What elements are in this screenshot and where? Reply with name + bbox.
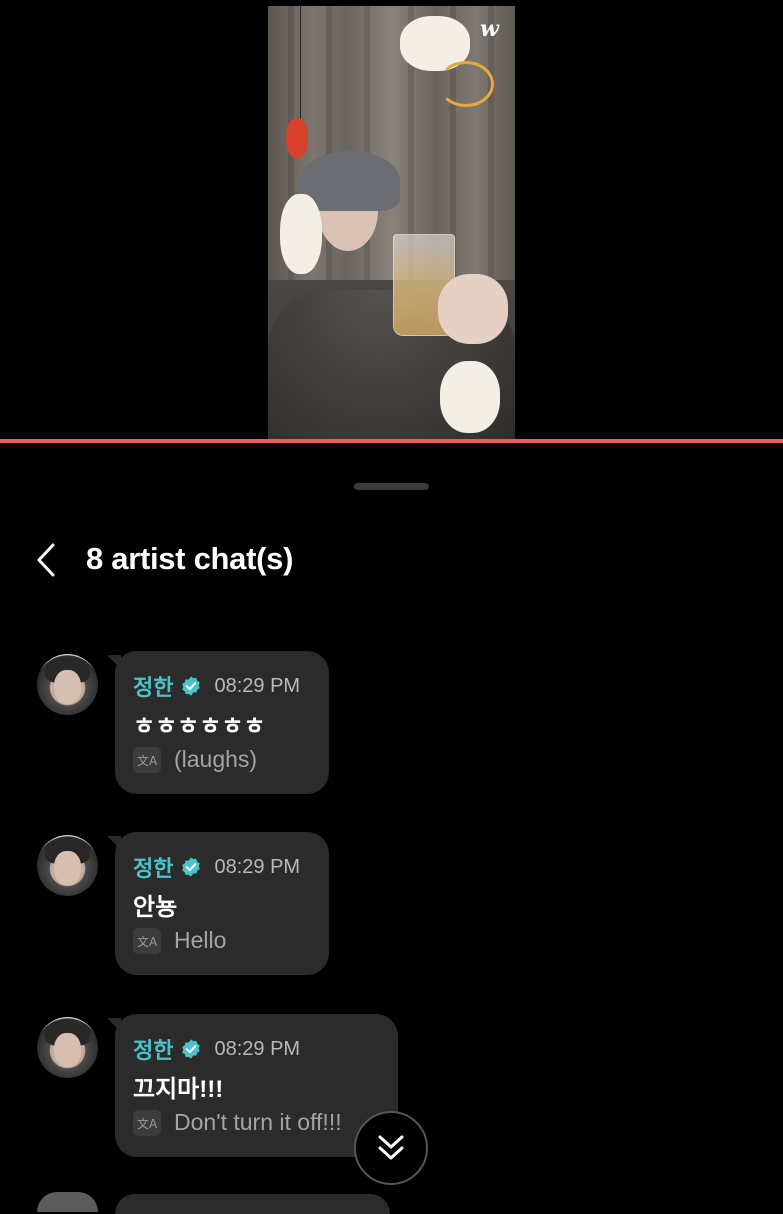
avatar-face [54, 851, 81, 885]
translated-text: Hello [174, 927, 227, 953]
page-title: 8 artist chat(s) [86, 541, 294, 576]
message-bubble[interactable]: 정한 08:29 PM ㅎㅎㅎㅎㅎㅎ 文A (laughs) [107, 651, 329, 794]
chevron-left-icon [37, 543, 55, 577]
translated-text: Don't turn it off!!! [174, 1109, 342, 1135]
bubble-tail [107, 1018, 121, 1032]
back-button[interactable] [30, 538, 62, 582]
double-chevron-down-icon [378, 1135, 404, 1160]
message-text: 안뇽 [133, 894, 178, 921]
sheet-drag-handle[interactable] [354, 483, 429, 490]
message-translation: 文A Don't turn it off!!! [133, 1109, 342, 1136]
message-timestamp: 08:29 PM [214, 855, 301, 878]
cat-sticker-icon [440, 361, 500, 433]
hand [438, 274, 508, 344]
message-bubble[interactable] [115, 1194, 390, 1214]
message-meta: 정한 08:29 PM [133, 851, 301, 883]
bubble-tail [107, 836, 121, 850]
svg-text:文A: 文A [137, 934, 157, 949]
live-video-frame[interactable]: w [268, 6, 515, 440]
scroll-to-bottom-button[interactable] [354, 1111, 428, 1185]
message-text: ㅎㅎㅎㅎㅎㅎ [133, 713, 266, 740]
translated-text: (laughs) [174, 746, 258, 772]
fishing-line-sticker [300, 6, 301, 126]
translate-icon: 文A [133, 1109, 161, 1136]
yarn-sticker-icon [438, 61, 494, 107]
avatar-face [54, 670, 81, 704]
sender-name[interactable]: 정한 [133, 670, 173, 702]
live-progress-line [0, 439, 783, 443]
avatar[interactable] [37, 654, 98, 715]
bubble-tail [107, 655, 121, 669]
fish-sticker-icon [286, 118, 308, 158]
verified-badge-icon [182, 1039, 201, 1059]
svg-text:文A: 文A [137, 753, 157, 768]
translate-icon: 文A [133, 927, 161, 954]
message-bubble[interactable]: 정한 08:29 PM 안뇽 文A Hello [107, 832, 329, 975]
avatar[interactable] [37, 1017, 98, 1078]
avatar[interactable] [37, 1192, 98, 1212]
svg-text:文A: 文A [137, 1116, 157, 1131]
sender-name[interactable]: 정한 [133, 851, 173, 883]
avatar-face [54, 1033, 81, 1067]
message-timestamp: 08:29 PM [214, 674, 301, 697]
message-meta: 정한 08:29 PM [133, 1033, 301, 1065]
chat-message-partial [0, 1192, 783, 1214]
message-translation: 文A Hello [133, 927, 226, 954]
weverse-logo: w [480, 16, 499, 42]
message-text: 끄지마!!! [133, 1076, 224, 1103]
translate-icon: 文A [133, 746, 161, 773]
cat-sticker-icon [280, 194, 322, 274]
message-timestamp: 08:29 PM [214, 1037, 301, 1060]
verified-badge-icon [182, 676, 201, 696]
chat-header: 8 artist chat(s) [0, 530, 783, 590]
message-translation: 文A (laughs) [133, 746, 257, 773]
verified-badge-icon [182, 857, 201, 877]
avatar[interactable] [37, 835, 98, 896]
sender-name[interactable]: 정한 [133, 1033, 173, 1065]
live-video-area[interactable]: w [0, 0, 783, 440]
message-meta: 정한 08:29 PM [133, 670, 301, 702]
